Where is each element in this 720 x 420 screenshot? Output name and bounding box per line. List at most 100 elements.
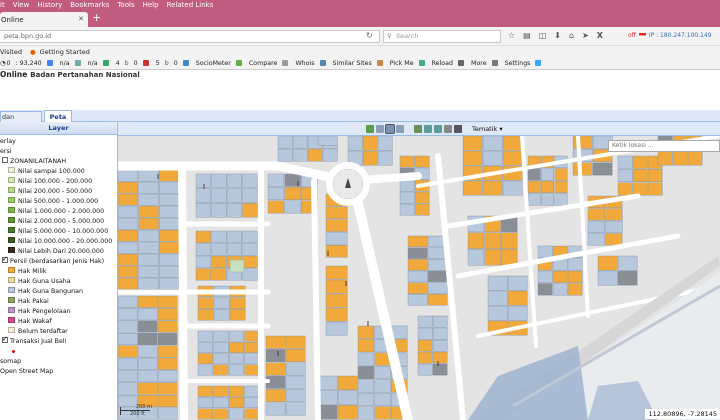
x-addon-icon[interactable]: X <box>597 31 603 40</box>
land-parcel <box>617 155 633 169</box>
menu-edit[interactable]: it <box>0 1 5 9</box>
land-parcel <box>138 193 159 206</box>
layer-item-label: Persil (berdasarkan Jenis Hak) <box>10 258 105 265</box>
search-input[interactable]: ⚲ Search <box>383 30 501 43</box>
measure-icon[interactable] <box>444 125 452 133</box>
download-icon[interactable]: ⬇ <box>554 31 561 40</box>
land-parcel <box>157 407 178 420</box>
seo-settings[interactable]: Settings <box>505 60 531 67</box>
land-parcel <box>137 332 158 345</box>
seo-similar-sites[interactable]: Similar Sites <box>333 60 372 67</box>
land-parcel <box>552 283 568 296</box>
land-parcel <box>317 136 338 146</box>
land-parcel <box>157 295 178 308</box>
land-parcel <box>197 297 214 309</box>
land-parcel <box>587 208 605 221</box>
pan-icon[interactable] <box>366 125 374 133</box>
land-parcel <box>285 402 306 416</box>
seo-b-icon: b <box>124 60 129 67</box>
seo-bing: n/a <box>87 60 98 67</box>
land-parcel <box>414 203 430 216</box>
previous-extent-icon[interactable] <box>424 125 432 133</box>
land-parcel <box>195 203 211 218</box>
menu-bookmarks[interactable]: Bookmarks <box>70 1 109 9</box>
menu-history[interactable]: History <box>37 1 62 9</box>
layer-checkbox[interactable] <box>2 157 8 163</box>
menu-help[interactable]: Help <box>143 1 159 9</box>
menu-view[interactable]: View <box>13 1 30 9</box>
land-parcel <box>507 275 528 291</box>
seo-sociometer[interactable]: SocioMeter <box>196 60 231 67</box>
land-parcel <box>502 150 523 166</box>
legend-swatch <box>8 227 15 233</box>
tab-ketentuan[interactable]: dan Ketentuan <box>0 111 42 132</box>
bookmark-most-visited[interactable]: Visited <box>0 48 22 56</box>
layer-checkbox[interactable] <box>2 334 8 344</box>
land-parcel <box>317 390 338 405</box>
tab-bar: Online ✕ + <box>0 10 720 27</box>
seo-more[interactable]: More <box>471 60 487 67</box>
seo-reload[interactable]: Reload <box>432 60 453 67</box>
layer-item: Hak Milik <box>0 267 117 277</box>
layer-item[interactable]: Persil (berdasarkan Jenis Hak) <box>0 254 117 267</box>
browser-tab[interactable]: Online ✕ <box>0 12 88 27</box>
location-search-input[interactable]: Ketik lokasi ... <box>608 140 720 152</box>
send-icon[interactable]: ➤ <box>582 31 589 40</box>
reload-icon[interactable]: ↻ <box>366 31 373 40</box>
home-icon[interactable]: ⌂ <box>569 31 574 40</box>
info-icon[interactable] <box>535 60 543 67</box>
print-icon[interactable] <box>454 125 462 133</box>
sociometer-icon <box>182 60 191 67</box>
land-parcel <box>159 253 180 266</box>
land-parcel <box>265 389 286 403</box>
flag-icon <box>638 33 646 38</box>
land-parcel <box>407 282 428 294</box>
land-parcel <box>244 353 260 365</box>
next-extent-icon[interactable] <box>434 125 442 133</box>
land-parcel <box>138 169 159 182</box>
home-extent-icon[interactable] <box>414 125 422 133</box>
zoom-box-icon[interactable] <box>385 124 395 134</box>
layer-item: ersi <box>0 147 117 157</box>
legend-swatch <box>8 267 15 273</box>
layer-item[interactable]: ZONANILAITANAH <box>0 157 117 167</box>
close-icon[interactable]: ✕ <box>78 15 84 23</box>
menu-related-links[interactable]: Related Links <box>167 1 214 9</box>
bookmark-getting-started[interactable]: Getting Started <box>40 48 90 56</box>
land-parcel <box>617 182 633 196</box>
zoom-out-icon[interactable] <box>396 125 404 133</box>
land-parcel <box>377 150 393 166</box>
tematik-dropdown[interactable]: Tematik ▾ <box>470 124 505 134</box>
land-parcel <box>325 321 348 336</box>
seo-pick-me[interactable]: Pick Me <box>390 60 414 67</box>
reading-list-icon[interactable]: ▤ <box>523 31 531 40</box>
bookmark-star-icon[interactable]: ☆ <box>508 31 515 40</box>
url-bar[interactable]: peta.bpn.go.id <box>0 30 380 43</box>
layer-item-label: Nilai 100.000 - 200.000 <box>18 178 93 185</box>
land-parcel <box>242 188 258 203</box>
land-parcel <box>159 217 180 230</box>
land-parcel <box>357 392 375 406</box>
zoom-in-icon[interactable] <box>376 125 384 133</box>
pocket-icon[interactable]: ◫ <box>539 31 547 40</box>
seo-g-icon <box>142 60 151 67</box>
land-parcel <box>605 233 623 246</box>
land-parcel <box>211 203 227 218</box>
land-parcel <box>197 309 214 321</box>
new-tab-button[interactable]: + <box>92 11 101 24</box>
map-canvas[interactable]: Ketik lokasi ... 200 m 200 ft 112.80896,… <box>118 136 720 420</box>
map-drawing <box>118 136 720 420</box>
menu-tools[interactable]: Tools <box>117 1 134 9</box>
layer-item[interactable]: Transaksi Jual Beli <box>0 334 117 347</box>
land-parcel <box>211 268 227 281</box>
land-parcel <box>337 405 358 420</box>
land-parcel <box>632 169 648 182</box>
tab-peta[interactable]: Peta <box>44 110 72 122</box>
land-parcel <box>244 342 260 353</box>
chevron-down-icon: ▾ <box>499 125 503 133</box>
seo-compare[interactable]: Compare <box>249 60 278 67</box>
layer-checkbox[interactable] <box>2 254 8 264</box>
land-parcel <box>541 180 554 193</box>
seo-whois[interactable]: Whois <box>295 60 314 67</box>
alexa-icon[interactable]: ◔ <box>0 60 6 67</box>
